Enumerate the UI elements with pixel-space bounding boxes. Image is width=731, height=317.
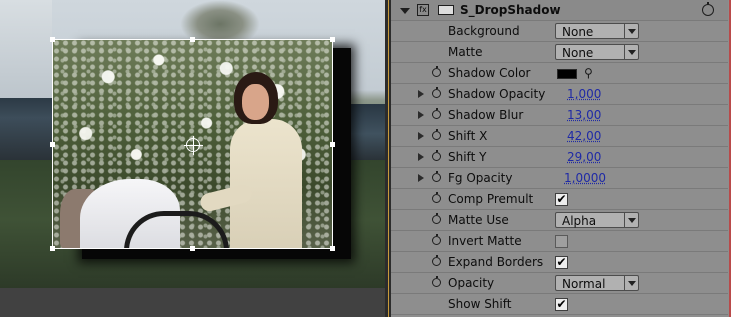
stopwatch-icon[interactable]: [432, 213, 441, 224]
property-label: Comp Premult: [448, 192, 534, 206]
property-label: Show Shift: [448, 297, 512, 311]
effect-plugin-icon: [438, 5, 454, 15]
fx-toggle-icon[interactable]: fx: [417, 4, 429, 16]
tree-top: [180, 0, 260, 40]
stopwatch-icon[interactable]: [432, 171, 441, 182]
property-label: Shift Y: [448, 150, 487, 164]
comp-premult-checkbox[interactable]: ✔: [555, 193, 568, 206]
stopwatch-icon[interactable]: [432, 129, 441, 140]
effect-header[interactable]: fx S_DropShadow: [391, 0, 728, 21]
property-shadow-opacity: Shadow Opacity 1,000: [391, 84, 728, 105]
matte-use-dropdown[interactable]: Alpha: [555, 212, 639, 228]
expand-borders-checkbox[interactable]: ✔: [555, 256, 568, 269]
dropdown-value: None: [562, 46, 594, 60]
stopwatch-icon[interactable]: [432, 276, 441, 287]
chevron-down-icon: [624, 276, 638, 290]
shift-x-value[interactable]: 42,00: [567, 129, 601, 143]
property-label: Shadow Opacity: [448, 87, 546, 101]
building-right: [350, 104, 385, 160]
property-opacity: Opacity Normal: [391, 273, 728, 294]
panel-focus-line: [388, 0, 389, 317]
show-shift-checkbox[interactable]: ✔: [555, 298, 568, 311]
expand-triangle-icon[interactable]: [418, 153, 424, 161]
property-label: Shift X: [448, 129, 488, 143]
property-label: Expand Borders: [448, 255, 544, 269]
property-comp-premult: Comp Premult ✔: [391, 189, 728, 210]
stopwatch-icon[interactable]: [432, 66, 441, 77]
stopwatch-icon[interactable]: [432, 255, 441, 266]
property-background: Background None: [391, 21, 728, 42]
layer-handle-top-center[interactable]: [190, 37, 195, 42]
dropdown-value: None: [562, 25, 594, 39]
property-shadow-blur: Shadow Blur 13,00: [391, 105, 728, 126]
layer-handle-middle-left[interactable]: [50, 142, 55, 147]
property-label: Invert Matte: [448, 234, 522, 248]
shadow-blur-value[interactable]: 13,00: [567, 108, 601, 122]
opacity-dropdown[interactable]: Normal: [555, 275, 639, 291]
chevron-down-icon: [624, 45, 638, 59]
shadow-opacity-value[interactable]: 1,000: [567, 87, 601, 101]
dropdown-value: Alpha: [562, 214, 597, 228]
stopwatch-icon[interactable]: [432, 192, 441, 203]
property-invert-matte: Invert Matte: [391, 231, 728, 252]
property-label: Matte: [448, 45, 483, 59]
effect-controls-panel: fx S_DropShadow Background None Matte No…: [391, 0, 731, 317]
property-show-shift: Show Shift ✔: [391, 294, 728, 315]
shift-y-value[interactable]: 29,00: [567, 150, 601, 164]
building-left: [0, 98, 52, 160]
layer-handle-bottom-left[interactable]: [50, 246, 55, 251]
fg-opacity-value[interactable]: 1,0000: [564, 171, 606, 185]
background-dropdown[interactable]: None: [555, 23, 639, 39]
effect-name: S_DropShadow: [460, 3, 561, 17]
matte-dropdown[interactable]: None: [555, 44, 639, 60]
expand-triangle-icon[interactable]: [418, 132, 424, 140]
layer-handle-bottom-center[interactable]: [190, 246, 195, 251]
expand-triangle-icon[interactable]: [418, 90, 424, 98]
layer-handle-bottom-right[interactable]: [330, 246, 335, 251]
layer-handle-top-right[interactable]: [330, 37, 335, 42]
dropdown-value: Normal: [562, 277, 606, 291]
stopwatch-icon[interactable]: [432, 108, 441, 119]
collapse-triangle-icon[interactable]: [400, 8, 410, 14]
viewer-bottom-area: [0, 288, 385, 317]
shadow-color-swatch[interactable]: [557, 69, 577, 79]
chevron-down-icon: [624, 213, 638, 227]
composition-viewer[interactable]: [0, 0, 385, 317]
stopwatch-icon[interactable]: [432, 87, 441, 98]
expand-triangle-icon[interactable]: [418, 174, 424, 182]
stopwatch-icon[interactable]: [432, 150, 441, 161]
layer-handle-top-left[interactable]: [50, 37, 55, 42]
property-label: Background: [448, 24, 520, 38]
chevron-down-icon: [624, 24, 638, 38]
layer-handle-middle-right[interactable]: [330, 142, 335, 147]
property-expand-borders: Expand Borders ✔: [391, 252, 728, 273]
property-label: Opacity: [448, 276, 495, 290]
property-label: Shadow Color: [448, 66, 531, 80]
sky: [0, 0, 52, 110]
property-shift-y: Shift Y 29,00: [391, 147, 728, 168]
anchor-point-icon[interactable]: [184, 136, 203, 155]
invert-matte-checkbox[interactable]: [555, 235, 568, 248]
property-label: Fg Opacity: [448, 171, 513, 185]
property-label: Shadow Blur: [448, 108, 524, 122]
property-matte: Matte None: [391, 42, 728, 63]
eyedropper-icon[interactable]: ⚲: [584, 66, 593, 80]
property-shadow-color: Shadow Color ⚲: [391, 63, 728, 84]
property-label: Matte Use: [448, 213, 509, 227]
property-fg-opacity: Fg Opacity 1,0000: [391, 168, 728, 189]
property-shift-x: Shift X 42,00: [391, 126, 728, 147]
property-matte-use: Matte Use Alpha: [391, 210, 728, 231]
reset-icon[interactable]: [702, 2, 714, 16]
expand-triangle-icon[interactable]: [418, 111, 424, 119]
stopwatch-icon[interactable]: [432, 234, 441, 245]
